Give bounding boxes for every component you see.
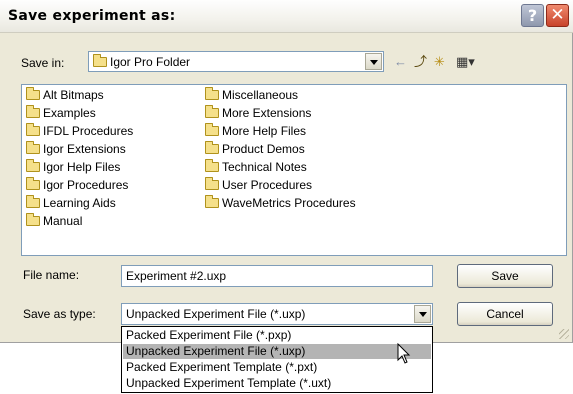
folder-icon	[26, 123, 40, 136]
chevron-down-icon[interactable]	[365, 53, 382, 70]
list-item[interactable]: More Extensions	[205, 105, 311, 121]
save-dialog: Save experiment as: ? ✕ Save in: Igor Pr…	[0, 0, 573, 343]
option-unpacked-experiment-template[interactable]: Unpacked Experiment Template (*.uxt)	[123, 376, 431, 391]
save-as-type-dropdown[interactable]: Unpacked Experiment File (*.uxp)	[121, 303, 433, 325]
back-icon[interactable]: ←	[394, 55, 407, 69]
list-item[interactable]: Product Demos	[205, 141, 305, 157]
folder-icon	[205, 195, 219, 208]
folder-icon	[205, 141, 219, 154]
folder-icon	[26, 159, 40, 172]
folder-icon	[205, 105, 219, 118]
list-item[interactable]: WaveMetrics Procedures	[205, 195, 356, 211]
save-in-dropdown[interactable]: Igor Pro Folder	[88, 51, 384, 72]
views-menu-icon[interactable]: ▦▾	[456, 55, 475, 69]
cancel-button[interactable]: Cancel	[457, 302, 553, 326]
list-item[interactable]: Learning Aids	[26, 195, 116, 211]
list-item[interactable]: More Help Files	[205, 123, 306, 139]
folder-icon	[205, 87, 219, 100]
list-item[interactable]: Miscellaneous	[205, 87, 298, 103]
file-name-label: File name:	[23, 268, 80, 282]
list-item[interactable]: Igor Help Files	[26, 159, 120, 175]
option-packed-experiment-file[interactable]: Packed Experiment File (*.pxp)	[123, 328, 431, 343]
save-as-type-options[interactable]: Packed Experiment File (*.pxp) Unpacked …	[121, 326, 433, 393]
folder-icon	[26, 177, 40, 190]
save-as-type-label: Save as type:	[23, 307, 96, 321]
folder-icon	[26, 105, 40, 118]
title-bar[interactable]: Save experiment as: ? ✕	[0, 0, 573, 33]
list-item[interactable]: Alt Bitmaps	[26, 87, 104, 103]
mouse-pointer-icon	[397, 343, 411, 364]
folder-icon	[205, 177, 219, 190]
option-packed-experiment-template[interactable]: Packed Experiment Template (*.pxt)	[123, 360, 431, 375]
folder-icon	[26, 87, 40, 100]
list-item[interactable]: Igor Extensions	[26, 141, 126, 157]
list-item[interactable]: Examples	[26, 105, 96, 121]
file-list[interactable]: Alt Bitmaps Examples IFDL Procedures Igo…	[21, 84, 567, 256]
chevron-down-icon[interactable]	[414, 305, 431, 323]
save-as-type-value: Unpacked Experiment File (*.uxp)	[126, 307, 306, 321]
list-item[interactable]: IFDL Procedures	[26, 123, 133, 139]
folder-icon	[26, 141, 40, 154]
save-in-label: Save in:	[21, 56, 65, 70]
new-folder-icon[interactable]: ✳	[434, 55, 445, 69]
option-unpacked-experiment-file[interactable]: Unpacked Experiment File (*.uxp)	[123, 344, 431, 359]
dialog-title: Save experiment as:	[8, 8, 176, 24]
list-item[interactable]: Manual	[26, 213, 82, 229]
file-name-value: Experiment #2.uxp	[126, 269, 227, 283]
folder-icon	[26, 195, 40, 208]
help-button[interactable]: ?	[521, 4, 544, 27]
folder-icon	[93, 54, 107, 67]
list-item[interactable]: Technical Notes	[205, 159, 307, 175]
folder-icon	[205, 123, 219, 136]
close-button[interactable]: ✕	[546, 4, 569, 27]
file-name-input[interactable]: Experiment #2.uxp	[121, 265, 433, 287]
up-folder-icon[interactable]: ⤴	[414, 55, 427, 69]
list-item[interactable]: User Procedures	[205, 177, 312, 193]
save-in-value: Igor Pro Folder	[110, 55, 191, 69]
resize-grip[interactable]	[559, 329, 569, 339]
list-item[interactable]: Igor Procedures	[26, 177, 128, 193]
folder-icon	[26, 213, 40, 226]
folder-icon	[205, 159, 219, 172]
save-button[interactable]: Save	[457, 264, 553, 288]
